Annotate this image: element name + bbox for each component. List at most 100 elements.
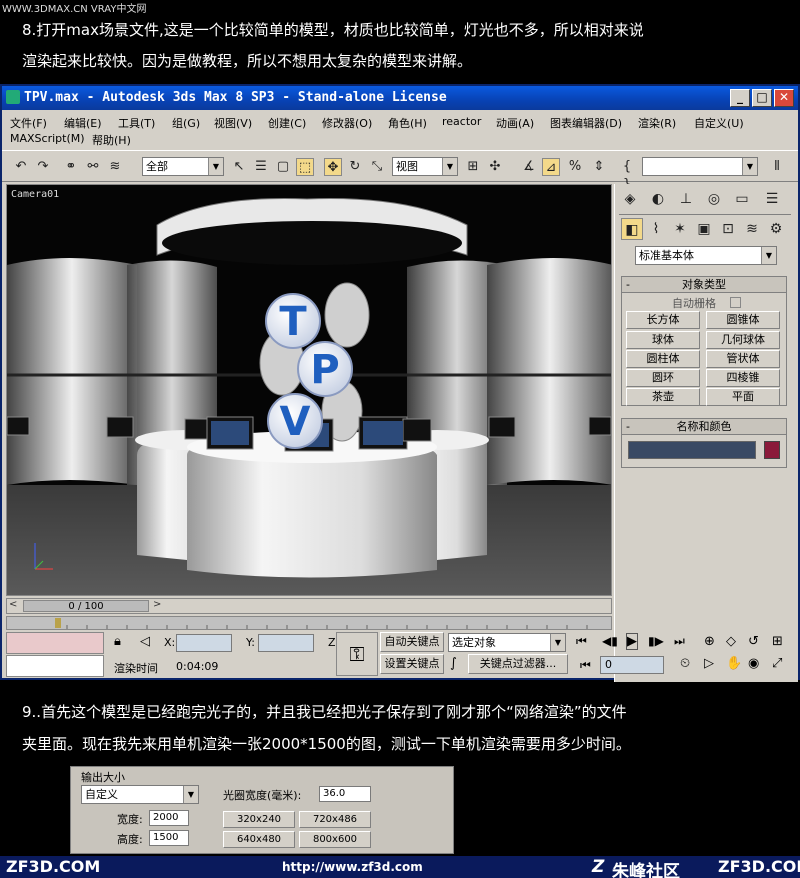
spinner-snap-icon[interactable]: ⇕ bbox=[590, 158, 608, 176]
maximize-viewport-icon[interactable]: ⊞ bbox=[772, 634, 783, 649]
minimize-button[interactable]: _ bbox=[730, 89, 750, 107]
previous-frame-icon[interactable]: ◀▮ bbox=[602, 634, 618, 648]
menu-customize[interactable]: 自定义(U) bbox=[694, 115, 744, 131]
create-tab-icon[interactable]: ◈ bbox=[619, 188, 641, 210]
rect-selection-icon[interactable]: ▢ bbox=[274, 158, 292, 176]
unlink-icon[interactable]: ⚯ bbox=[84, 158, 102, 176]
lock-icon[interactable]: 🔒︎ bbox=[114, 634, 121, 649]
key-selection-dropdown[interactable]: 选定对象 ▼ bbox=[448, 633, 566, 652]
key-filters-button[interactable]: 关键点过滤器... bbox=[468, 654, 568, 674]
footer-url[interactable]: http://www.zf3d.com bbox=[282, 860, 423, 874]
object-type-header[interactable]: - 对象类型 bbox=[622, 277, 786, 293]
selection-filter-dropdown[interactable]: 全部 ▼ bbox=[142, 157, 224, 176]
motion-tab-icon[interactable]: ◎ bbox=[703, 188, 725, 210]
chevron-left-icon[interactable]: < bbox=[9, 599, 17, 610]
reference-coord-dropdown[interactable]: 视图 ▼ bbox=[392, 157, 458, 176]
menu-animation[interactable]: 动画(A) bbox=[496, 115, 534, 131]
height-spinner[interactable]: 1500 bbox=[149, 830, 189, 846]
object-name-input[interactable] bbox=[628, 441, 756, 459]
x-coordinate-field[interactable] bbox=[176, 634, 232, 652]
systems-icon[interactable]: ⚙ bbox=[765, 218, 787, 240]
time-config-icon[interactable]: ⏲ bbox=[680, 656, 690, 671]
menu-file[interactable]: 文件(F) bbox=[10, 115, 47, 131]
move-icon[interactable]: ✥ bbox=[324, 158, 342, 176]
modify-tab-icon[interactable]: ◐ bbox=[647, 188, 669, 210]
menu-help[interactable]: 帮助(H) bbox=[92, 132, 131, 148]
maximize-button[interactable]: □ bbox=[752, 89, 772, 107]
cone-button[interactable]: 圆锥体 bbox=[706, 311, 780, 329]
redo-icon[interactable]: ↷ bbox=[34, 158, 52, 176]
pivot-icon[interactable]: ⊞ bbox=[464, 158, 482, 176]
scale-icon[interactable]: ⤡ bbox=[368, 158, 386, 176]
output-preset-dropdown[interactable]: 自定义 ▼ bbox=[81, 785, 199, 804]
cylinder-button[interactable]: 圆柱体 bbox=[626, 350, 700, 368]
box-button[interactable]: 长方体 bbox=[626, 311, 700, 329]
pan-icon[interactable]: ✋ bbox=[726, 656, 742, 671]
viewport-label[interactable]: Camera01 bbox=[11, 189, 59, 200]
percent-snap-icon[interactable]: % bbox=[566, 158, 584, 176]
tube-button[interactable]: 管状体 bbox=[706, 350, 780, 368]
menu-character[interactable]: 角色(H) bbox=[388, 115, 427, 131]
sphere-button[interactable]: 球体 bbox=[626, 331, 700, 349]
maxscript-listener-pink[interactable] bbox=[6, 632, 104, 654]
selection-mode-icon[interactable]: ◁ bbox=[140, 634, 150, 649]
current-frame-field[interactable]: 0 bbox=[600, 656, 664, 674]
go-to-start-icon[interactable]: ⏮ bbox=[576, 634, 587, 649]
window-crossing-icon[interactable]: ⬚ bbox=[296, 158, 314, 176]
time-slider[interactable]: < 0 / 100 > bbox=[6, 598, 612, 614]
set-key-button[interactable]: 设置关键点 bbox=[380, 654, 444, 674]
link-icon[interactable]: ⚭ bbox=[62, 158, 80, 176]
autogrid-checkbox[interactable] bbox=[730, 297, 741, 308]
auto-key-button[interactable]: 自动关键点 bbox=[380, 632, 444, 652]
cameras-icon[interactable]: ▣ bbox=[693, 218, 715, 240]
key-mode-icon[interactable]: ⏮ bbox=[580, 658, 591, 673]
preset-640x480-button[interactable]: 640x480 bbox=[223, 831, 295, 848]
snap-toggle-icon[interactable]: ∡ bbox=[520, 158, 538, 176]
name-color-header[interactable]: - 名称和颜色 bbox=[622, 419, 786, 435]
preset-800x600-button[interactable]: 800x600 bbox=[299, 831, 371, 848]
torus-button[interactable]: 圆环 bbox=[626, 369, 700, 387]
shapes-icon[interactable]: ⌇ bbox=[645, 218, 667, 240]
menu-modifiers[interactable]: 修改器(O) bbox=[322, 115, 372, 131]
tangent-icon[interactable]: ∫ bbox=[450, 656, 457, 671]
preset-720x486-button[interactable]: 720x486 bbox=[299, 811, 371, 828]
maxscript-listener-white[interactable] bbox=[6, 655, 104, 677]
camera-viewport[interactable]: T P V Camera01 bbox=[6, 184, 612, 596]
utilities-tab-icon[interactable]: ☰ bbox=[761, 188, 783, 210]
chevron-right-icon[interactable]: > bbox=[153, 599, 161, 610]
object-color-swatch[interactable] bbox=[764, 441, 780, 459]
orbit-icon[interactable]: ↺ bbox=[748, 634, 759, 649]
play-icon[interactable]: ▶ bbox=[626, 633, 638, 650]
close-button[interactable]: ✕ bbox=[774, 89, 794, 107]
select-icon[interactable]: ↖ bbox=[230, 158, 248, 176]
next-frame-icon[interactable]: ▮▶ bbox=[648, 634, 664, 648]
geometry-icon[interactable]: ◧ bbox=[621, 218, 643, 240]
menu-edit[interactable]: 编辑(E) bbox=[64, 115, 102, 131]
frame-indicator[interactable]: 0 / 100 bbox=[23, 600, 149, 612]
hierarchy-tab-icon[interactable]: ⊥ bbox=[675, 188, 697, 210]
lights-icon[interactable]: ✶ bbox=[669, 218, 691, 240]
menu-graph-editors[interactable]: 图表编辑器(D) bbox=[550, 115, 622, 131]
rotate-icon[interactable]: ↻ bbox=[346, 158, 364, 176]
menu-maxscript[interactable]: MAXScript(M) bbox=[10, 132, 85, 145]
menu-create[interactable]: 创建(C) bbox=[268, 115, 306, 131]
pyramid-button[interactable]: 四棱锥 bbox=[706, 369, 780, 387]
teapot-button[interactable]: 茶壶 bbox=[626, 388, 700, 406]
select-by-name-icon[interactable]: ☰ bbox=[252, 158, 270, 176]
manipulate-icon[interactable]: ✣ bbox=[486, 158, 504, 176]
y-coordinate-field[interactable] bbox=[258, 634, 314, 652]
set-key-icon[interactable]: ⚿ bbox=[336, 632, 378, 676]
display-tab-icon[interactable]: ▭ bbox=[731, 188, 753, 210]
mirror-icon[interactable]: ⫴ bbox=[768, 158, 786, 176]
min-max-toggle-icon[interactable]: ⤢ bbox=[772, 656, 782, 671]
menu-tools[interactable]: 工具(T) bbox=[118, 115, 155, 131]
arc-rotate-icon[interactable]: ◉ bbox=[748, 656, 759, 671]
preset-320x240-button[interactable]: 320x240 bbox=[223, 811, 295, 828]
menu-views[interactable]: 视图(V) bbox=[214, 115, 252, 131]
zoom-all-icon[interactable]: ◇ bbox=[726, 634, 736, 649]
geosphere-button[interactable]: 几何球体 bbox=[706, 331, 780, 349]
field-of-view-icon[interactable]: ▷ bbox=[704, 656, 714, 671]
menu-rendering[interactable]: 渲染(R) bbox=[638, 115, 676, 131]
spacewarps-icon[interactable]: ≋ bbox=[741, 218, 763, 240]
plane-button[interactable]: 平面 bbox=[706, 388, 780, 406]
